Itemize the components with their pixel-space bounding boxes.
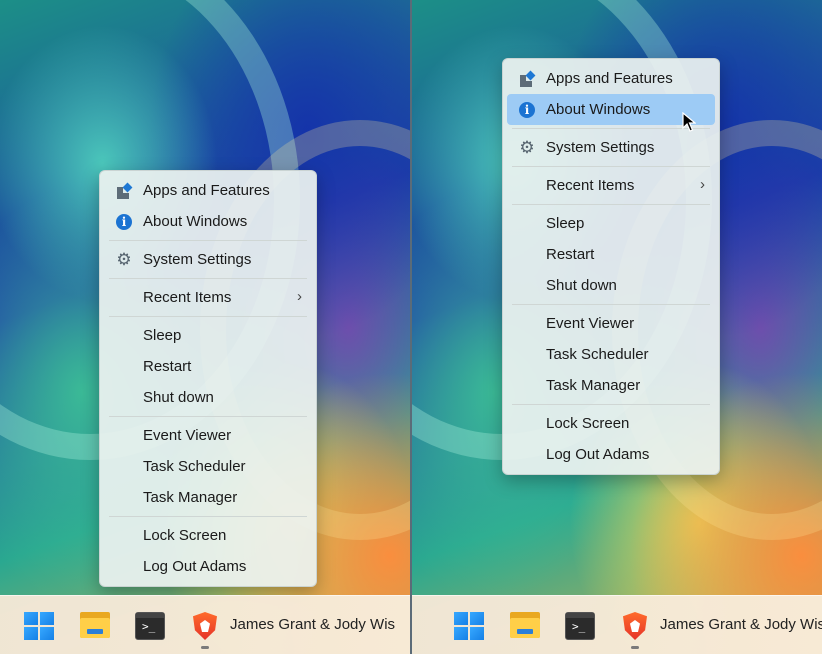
windows-start-icon[interactable] xyxy=(24,612,54,640)
menu-item-label: Event Viewer xyxy=(546,315,635,332)
apps-features-icon xyxy=(116,182,133,199)
menu-item-task-scheduler[interactable]: Task Scheduler xyxy=(507,339,715,370)
info-icon: i xyxy=(116,214,132,230)
menu-separator xyxy=(512,204,710,205)
menu-item-apps-and-features[interactable]: Apps and Features xyxy=(507,63,715,94)
menu-item-sleep[interactable]: Sleep xyxy=(507,208,715,239)
menu-item-task-manager[interactable]: Task Manager xyxy=(104,482,312,513)
menu-item-event-viewer[interactable]: Event Viewer xyxy=(507,308,715,339)
menu-separator xyxy=(512,404,710,405)
apps-features-icon xyxy=(519,70,536,87)
chevron-right-icon: › xyxy=(700,176,705,193)
menu-item-label: System Settings xyxy=(143,251,252,268)
menu-item-restart[interactable]: Restart xyxy=(104,351,312,382)
file-explorer-icon[interactable] xyxy=(80,612,110,640)
menu-item-label: System Settings xyxy=(546,139,655,156)
menu-item-label: Task Scheduler xyxy=(546,346,649,363)
menu-item-label: About Windows xyxy=(546,101,651,118)
brave-browser-icon[interactable] xyxy=(621,612,651,640)
menu-item-label: Task Scheduler xyxy=(143,458,246,475)
taskbar: >_ James Grant & Jody Wis xyxy=(0,595,410,654)
taskbar-window-title[interactable]: James Grant & Jody Wis xyxy=(660,616,822,633)
menu-item-label: Lock Screen xyxy=(143,527,227,544)
menu-item-system-settings[interactable]: ⚙ System Settings xyxy=(104,244,312,275)
menu-separator xyxy=(109,278,307,279)
gear-icon: ⚙ xyxy=(519,138,535,157)
taskbar-window-title[interactable]: James Grant & Jody Wis xyxy=(230,616,395,633)
mouse-cursor-icon xyxy=(682,112,696,132)
menu-item-shut-down[interactable]: Shut down xyxy=(507,270,715,301)
menu-item-restart[interactable]: Restart xyxy=(507,239,715,270)
menu-separator xyxy=(512,304,710,305)
menu-separator xyxy=(512,128,710,129)
menu-item-lock-screen[interactable]: Lock Screen xyxy=(104,520,312,551)
menu-item-label: Log Out Adams xyxy=(546,446,650,463)
menu-item-label: Sleep xyxy=(546,215,585,232)
menu-item-label: Sleep xyxy=(143,327,182,344)
menu-item-label: Shut down xyxy=(546,277,617,294)
menu-item-recent-items[interactable]: Recent Items › xyxy=(507,170,715,201)
menu-separator xyxy=(109,316,307,317)
menu-separator xyxy=(512,166,710,167)
menu-item-system-settings[interactable]: ⚙ System Settings xyxy=(507,132,715,163)
terminal-icon[interactable]: >_ xyxy=(135,612,165,640)
menu-item-label: Recent Items xyxy=(546,177,635,194)
menu-item-apps-and-features[interactable]: Apps and Features xyxy=(104,175,312,206)
menu-separator xyxy=(109,240,307,241)
menu-item-sleep[interactable]: Sleep xyxy=(104,320,312,351)
left-screenshot-panel: Apps and Features i About Windows ⚙ Syst… xyxy=(0,0,410,654)
info-icon: i xyxy=(519,102,535,118)
menu-item-label: Task Manager xyxy=(546,377,641,394)
active-app-indicator xyxy=(631,646,639,649)
file-explorer-icon[interactable] xyxy=(510,612,540,640)
menu-separator xyxy=(109,516,307,517)
menu-item-log-out[interactable]: Log Out Adams xyxy=(104,551,312,582)
menu-item-label: Event Viewer xyxy=(143,427,232,444)
power-user-menu: Apps and Features i About Windows ⚙ Syst… xyxy=(99,170,317,587)
chevron-right-icon: › xyxy=(297,288,302,305)
terminal-icon[interactable]: >_ xyxy=(565,612,595,640)
menu-item-label: About Windows xyxy=(143,213,248,230)
menu-item-label: Restart xyxy=(143,358,192,375)
gear-icon: ⚙ xyxy=(116,250,132,269)
menu-item-task-manager[interactable]: Task Manager xyxy=(507,370,715,401)
menu-item-recent-items[interactable]: Recent Items › xyxy=(104,282,312,313)
taskbar: >_ James Grant & Jody Wis xyxy=(412,595,822,654)
menu-item-label: Shut down xyxy=(143,389,214,406)
menu-item-event-viewer[interactable]: Event Viewer xyxy=(104,420,312,451)
menu-item-lock-screen[interactable]: Lock Screen xyxy=(507,408,715,439)
brave-browser-icon[interactable] xyxy=(191,612,221,640)
menu-separator xyxy=(109,416,307,417)
menu-item-label: Task Manager xyxy=(143,489,238,506)
menu-item-label: Log Out Adams xyxy=(143,558,247,575)
menu-item-task-scheduler[interactable]: Task Scheduler xyxy=(104,451,312,482)
menu-item-label: Apps and Features xyxy=(546,70,673,87)
menu-item-label: Restart xyxy=(546,246,595,263)
menu-item-label: Lock Screen xyxy=(546,415,630,432)
windows-start-icon[interactable] xyxy=(454,612,484,640)
menu-item-shut-down[interactable]: Shut down xyxy=(104,382,312,413)
menu-item-label: Recent Items xyxy=(143,289,232,306)
active-app-indicator xyxy=(201,646,209,649)
menu-item-about-windows[interactable]: i About Windows xyxy=(104,206,312,237)
menu-item-log-out[interactable]: Log Out Adams xyxy=(507,439,715,470)
menu-item-label: Apps and Features xyxy=(143,182,270,199)
right-screenshot-panel: Apps and Features i About Windows ⚙ Syst… xyxy=(412,0,822,654)
